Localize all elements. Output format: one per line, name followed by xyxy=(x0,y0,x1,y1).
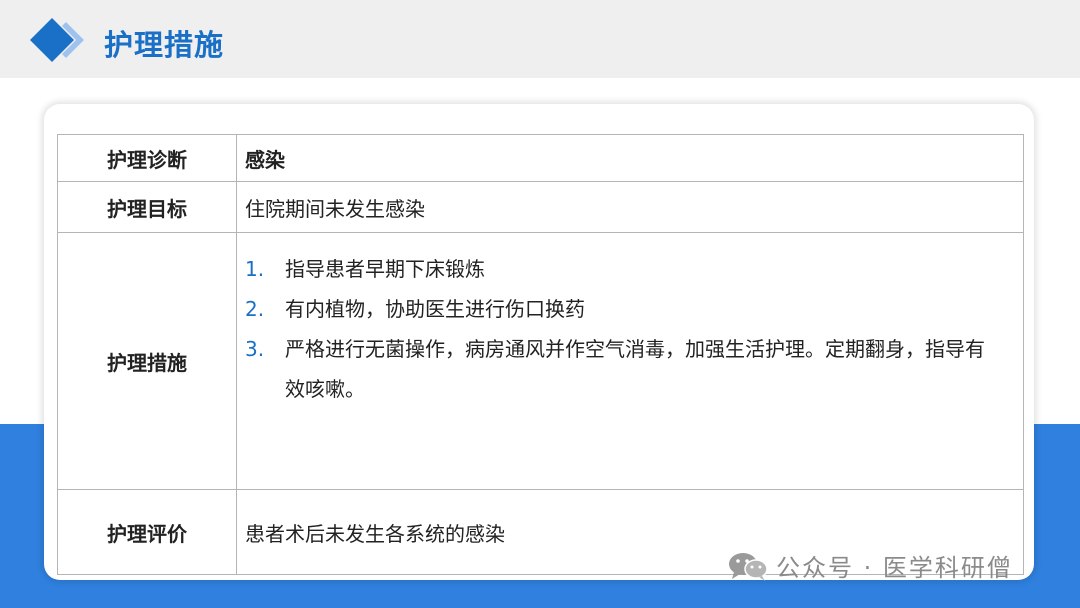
list-item-text: 有内植物，协助医生进行伤口换药 xyxy=(285,297,585,321)
header-band: 护理措施 xyxy=(0,0,1080,78)
list-item-number: 1. xyxy=(245,257,265,281)
wechat-icon xyxy=(729,552,768,581)
list-item-number: 2. xyxy=(245,297,265,321)
list-item: 2. 有内植物，协助医生进行伤口换药 xyxy=(245,289,1003,329)
page-title: 护理措施 xyxy=(104,28,225,62)
list-item: 3. 严格进行无菌操作，病房通风并作空气消毒，加强生活护理。定期翻身，指导有效咳… xyxy=(245,329,1003,409)
list-item: 1. 指导患者早期下床锻炼 xyxy=(245,249,1003,289)
evaluation-label: 护理评价 xyxy=(57,489,237,575)
goal-value: 住院期间未发生感染 xyxy=(236,181,1024,233)
measures-value: 1. 指导患者早期下床锻炼 2. 有内植物，协助医生进行伤口换药 3. 严格进行… xyxy=(236,232,1024,490)
measures-list: 1. 指导患者早期下床锻炼 2. 有内植物，协助医生进行伤口换药 3. 严格进行… xyxy=(245,233,1023,409)
diagnosis-value: 感染 xyxy=(236,134,1024,182)
table-row: 护理措施 1. 指导患者早期下床锻炼 2. 有内植物，协助医生进行伤口换药 3.… xyxy=(57,232,1024,490)
table-row: 护理诊断 感染 xyxy=(57,134,1024,182)
list-item-text: 严格进行无菌操作，病房通风并作空气消毒，加强生活护理。定期翻身，指导有效咳嗽。 xyxy=(285,337,985,401)
list-item-text: 指导患者早期下床锻炼 xyxy=(285,257,485,281)
table-row: 护理目标 住院期间未发生感染 xyxy=(57,181,1024,233)
goal-label: 护理目标 xyxy=(57,181,237,233)
watermark-text: 公众号 · 医学科研僧 xyxy=(776,554,1013,582)
diamond-logo-icon xyxy=(30,18,84,62)
diagnosis-label: 护理诊断 xyxy=(57,134,237,182)
measures-label: 护理措施 xyxy=(57,232,237,490)
watermark: 公众号 · 医学科研僧 xyxy=(726,548,1013,583)
nursing-plan-table: 护理诊断 感染 护理目标 住院期间未发生感染 护理措施 1. 指导患者早期下床锻… xyxy=(57,134,1024,575)
list-item-number: 3. xyxy=(245,337,265,361)
